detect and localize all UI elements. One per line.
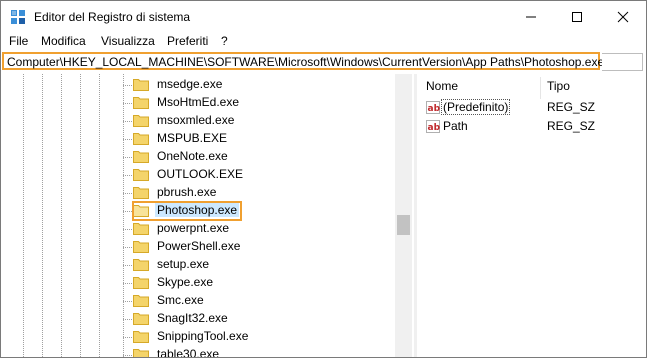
tree-item-label: powerpnt.exe [157, 221, 230, 235]
folder-icon [133, 313, 149, 325]
tree-item-label: MSPUB.EXE [157, 131, 228, 145]
close-button[interactable] [600, 1, 646, 33]
folder-icon [133, 187, 149, 199]
tree-item-msoxmled[interactable]: msoxmled.exe [123, 112, 393, 130]
tree-item-smc[interactable]: Smc.exe [123, 292, 393, 310]
tree-item-powerpnt[interactable]: powerpnt.exe [123, 220, 393, 238]
folder-icon [133, 115, 149, 127]
address-field-end[interactable] [602, 53, 643, 71]
value-row[interactable]: ab Path REG_SZ [424, 118, 644, 136]
menu-help[interactable]: ? [221, 34, 228, 48]
address-field[interactable]: Computer\HKEY_LOCAL_MACHINE\SOFTWARE\Mic… [2, 52, 604, 70]
folder-icon [133, 79, 149, 91]
tree-item-label: Skype.exe [157, 275, 214, 289]
tree-item-powershell[interactable]: PowerShell.exe [123, 238, 393, 256]
folder-icon [133, 97, 149, 109]
menu-visualizza[interactable]: Visualizza [101, 34, 155, 48]
registry-editor-window: Editor del Registro di sistema File Modi… [0, 0, 647, 358]
tree-item-mspub[interactable]: MSPUB.EXE [123, 130, 393, 148]
tree-item-label: OneNote.exe [157, 149, 228, 163]
value-type: REG_SZ [547, 100, 596, 114]
close-icon [617, 11, 629, 23]
folder-icon [133, 349, 149, 357]
registry-app-icon [11, 10, 25, 24]
menu-preferiti[interactable]: Preferiti [167, 34, 208, 48]
tree-item-label: setup.exe [157, 257, 210, 271]
scrollbar-thumb[interactable] [397, 215, 410, 235]
column-header-type[interactable]: Tipo [547, 79, 570, 93]
tree-item-table30[interactable]: table30.exe [123, 346, 393, 357]
tree-item-label: pbrush.exe [157, 185, 217, 199]
tree-item-skype[interactable]: Skype.exe [123, 274, 393, 292]
svg-text:ab: ab [428, 104, 441, 114]
value-name: (Predefinito) [440, 99, 511, 115]
string-value-icon: ab [426, 101, 440, 114]
value-row[interactable]: ab (Predefinito) REG_SZ [424, 99, 644, 117]
tree-item-msedge[interactable]: msedge.exe [123, 76, 393, 94]
value-name: Path [443, 119, 468, 133]
string-value-icon: ab [426, 120, 440, 133]
column-header-name[interactable]: Nome [426, 79, 458, 93]
tree-item-pbrush[interactable]: pbrush.exe [123, 184, 393, 202]
tree-item-label: OUTLOOK.EXE [157, 167, 244, 181]
minimize-icon [526, 16, 536, 18]
minimize-button[interactable] [508, 1, 554, 33]
address-bar: Computer\HKEY_LOCAL_MACHINE\SOFTWARE\Mic… [1, 50, 646, 73]
selection-highlight [132, 201, 242, 221]
tree-item-snippingtool[interactable]: SnippingTool.exe [123, 328, 393, 346]
tree-item-label: table30.exe [157, 347, 220, 357]
tree-item-label: msedge.exe [157, 77, 223, 91]
tree-item-outlook[interactable]: OUTLOOK.EXE [123, 166, 393, 184]
folder-icon [133, 295, 149, 307]
menu-file[interactable]: File [9, 34, 28, 48]
tree-scrollbar[interactable] [395, 74, 412, 357]
menu-modifica[interactable]: Modifica [41, 34, 86, 48]
key-tree[interactable]: msedge.exe MsoHtmEd.exe msoxmled.exe MSP… [2, 74, 412, 357]
maximize-icon [572, 12, 582, 22]
address-path: Computer\HKEY_LOCAL_MACHINE\SOFTWARE\Mic… [7, 55, 605, 69]
tree-item-label: MsoHtmEd.exe [157, 95, 240, 109]
values-pane[interactable]: Nome Tipo ab (Predefinito) REG_SZ ab Pat… [417, 74, 646, 357]
tree-item-label: msoxmled.exe [157, 113, 235, 127]
column-divider[interactable] [540, 77, 541, 99]
folder-icon [133, 259, 149, 271]
tree-item-setup[interactable]: setup.exe [123, 256, 393, 274]
tree-item-label: SnippingTool.exe [157, 329, 249, 343]
folder-icon [133, 331, 149, 343]
title-bar[interactable]: Editor del Registro di sistema [1, 1, 646, 33]
tree-item-onenote[interactable]: OneNote.exe [123, 148, 393, 166]
svg-text:ab: ab [428, 123, 441, 133]
folder-icon [133, 151, 149, 163]
tree-item-snagit32[interactable]: SnagIt32.exe [123, 310, 393, 328]
folder-icon [133, 223, 149, 235]
tree-item-label: Smc.exe [157, 293, 204, 307]
window-title: Editor del Registro di sistema [34, 10, 191, 24]
tree-item-label: SnagIt32.exe [157, 311, 228, 325]
folder-icon [133, 169, 149, 181]
folder-icon [133, 277, 149, 289]
folder-icon [133, 133, 149, 145]
folder-icon [133, 241, 149, 253]
tree-item-msohtmed[interactable]: MsoHtmEd.exe [123, 94, 393, 112]
tree-item-label: PowerShell.exe [157, 239, 241, 253]
value-type: REG_SZ [547, 119, 596, 133]
menu-bar: File Modifica Visualizza Preferiti ? [1, 33, 646, 50]
maximize-button[interactable] [554, 1, 600, 33]
